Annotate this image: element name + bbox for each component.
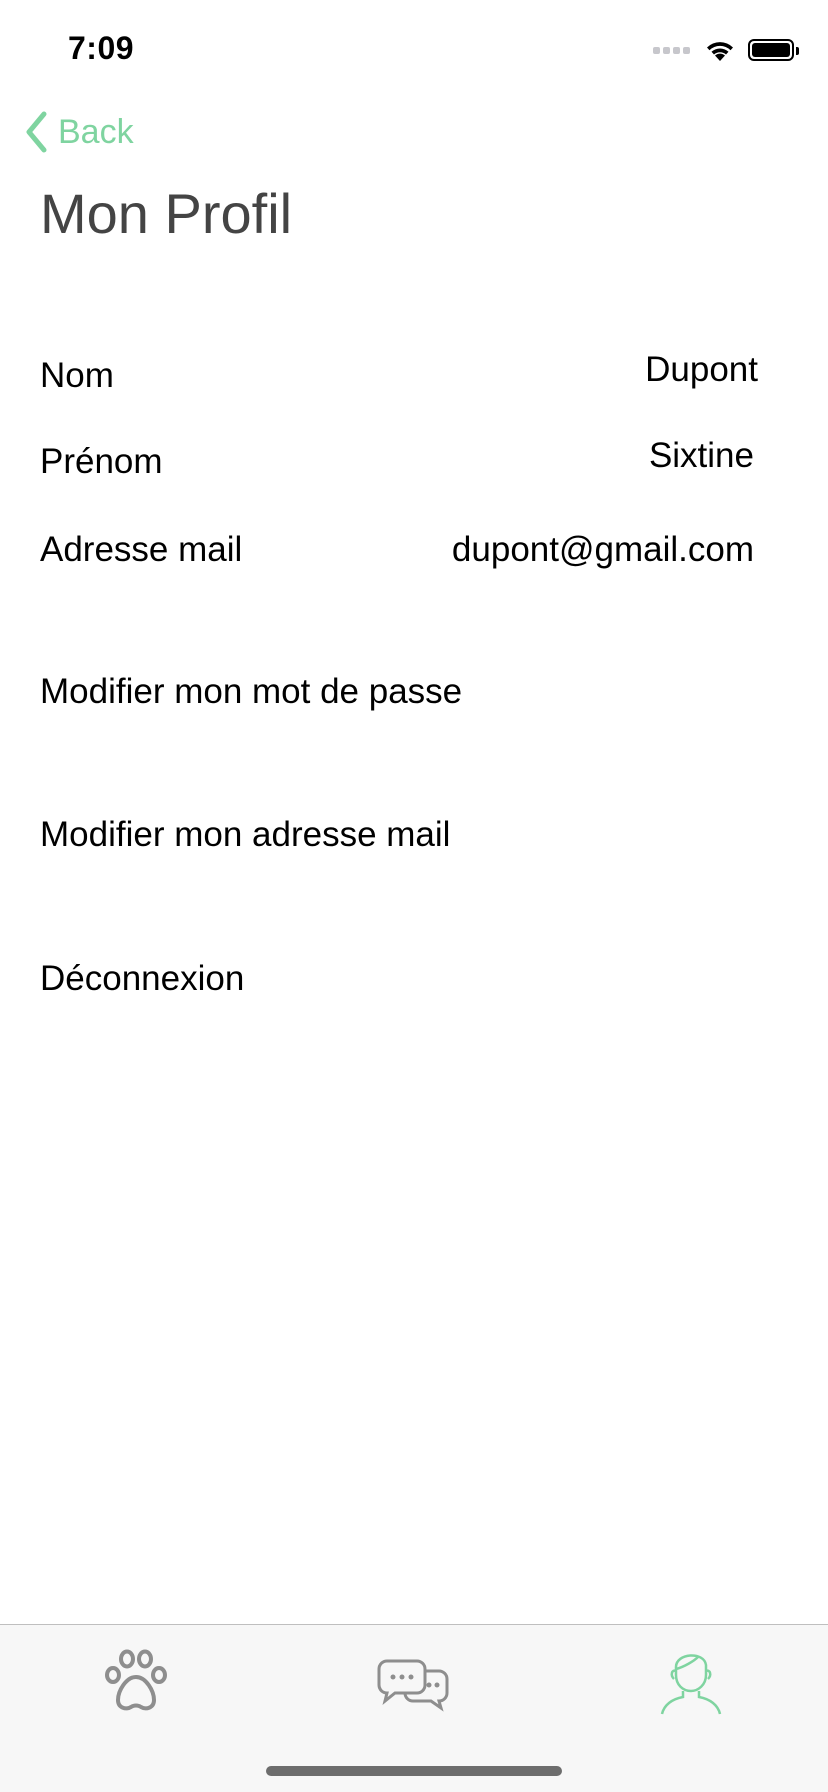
profile-label-email: Adresse mail: [40, 530, 243, 569]
cellular-signal-icon: [653, 46, 690, 54]
back-label: Back: [58, 112, 134, 151]
change-email-button[interactable]: Modifier mon adresse mail: [40, 815, 450, 855]
status-time: 7:09: [68, 30, 135, 66]
status-bar: 7:09: [0, 0, 828, 96]
battery-icon: [748, 39, 799, 61]
chevron-left-icon: [26, 111, 47, 153]
profile-label-prenom: Prénom: [40, 442, 163, 481]
profile-row-nom: Nom Dupont: [40, 350, 758, 400]
profile-row-email: Adresse mail dupont@gmail.com: [40, 528, 758, 578]
tab-profile[interactable]: [650, 1645, 730, 1715]
back-button[interactable]: Back: [24, 108, 134, 156]
home-indicator: [266, 1766, 562, 1776]
profile-value-nom: Dupont: [645, 350, 758, 389]
profile-value-email: dupont@gmail.com: [451, 530, 754, 569]
wifi-icon: [707, 42, 733, 61]
chat-bubbles-icon: [377, 1659, 449, 1712]
logout-button[interactable]: Déconnexion: [40, 959, 244, 999]
tab-messages[interactable]: [373, 1645, 453, 1715]
profile-row-prenom: Prénom Sixtine: [40, 436, 758, 488]
change-password-button[interactable]: Modifier mon mot de passe: [40, 672, 462, 712]
tab-pets[interactable]: [98, 1645, 178, 1715]
profile-label-nom: Nom: [40, 356, 114, 395]
paw-icon: [105, 1649, 167, 1711]
profile-value-prenom: Sixtine: [648, 436, 754, 475]
user-profile-icon: [660, 1654, 722, 1715]
status-icons: [653, 36, 799, 64]
page-title: Mon Profil: [40, 182, 293, 245]
